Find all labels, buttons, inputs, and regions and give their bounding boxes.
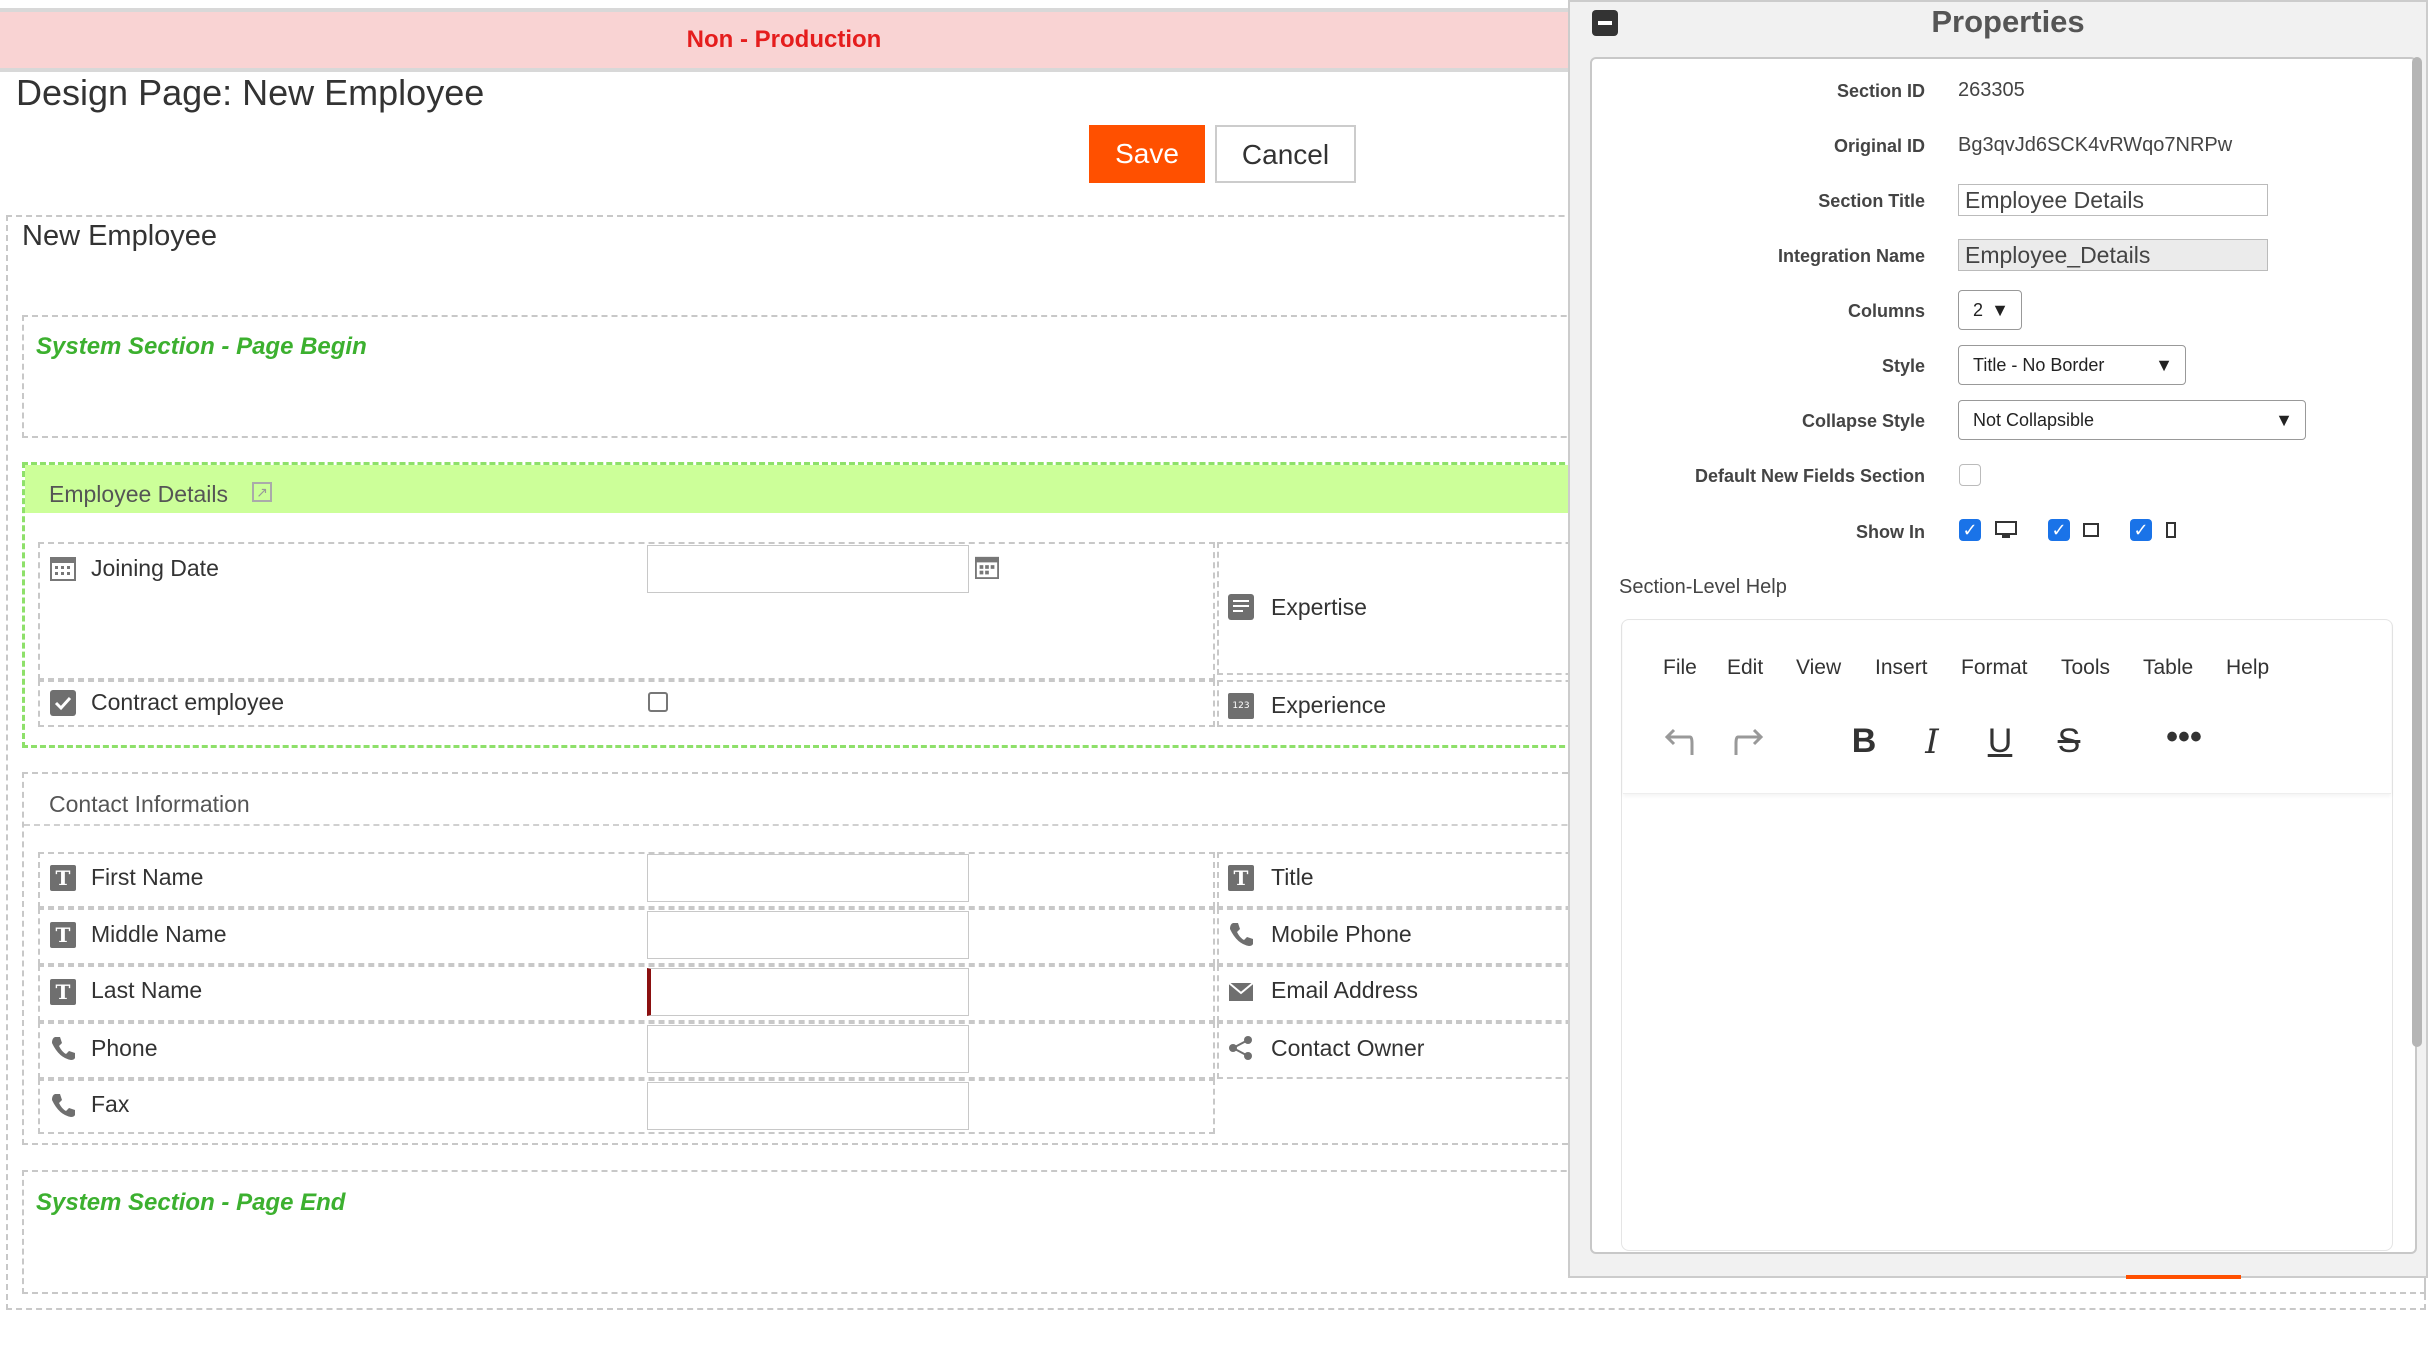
default-new-fields-checkbox[interactable] bbox=[1959, 464, 1981, 486]
field-label-middle-name: Middle Name bbox=[91, 921, 227, 947]
contract-employee-checkbox[interactable] bbox=[648, 692, 668, 712]
redo-icon[interactable] bbox=[1732, 725, 1768, 761]
italic-icon[interactable]: I bbox=[1913, 722, 1951, 762]
cancel-button[interactable]: Cancel bbox=[1215, 125, 1356, 183]
section-title-label: Section Title bbox=[1818, 191, 1925, 211]
editor-menu-table[interactable]: Table bbox=[2143, 656, 2193, 680]
more-options-icon[interactable]: ••• bbox=[2162, 718, 2206, 757]
columns-label: Columns bbox=[1847, 301, 1925, 321]
middle-name-input[interactable] bbox=[647, 911, 969, 959]
hidden-save-button-edge bbox=[2126, 1275, 2241, 1279]
editor-menu-insert[interactable]: Insert bbox=[1875, 656, 1928, 680]
field-label-phone: Phone bbox=[91, 1035, 158, 1061]
properties-scrollbar[interactable] bbox=[2412, 57, 2422, 1047]
field-label-mobile-phone: Mobile Phone bbox=[1271, 921, 1412, 947]
columns-value: 2 bbox=[1973, 300, 1984, 320]
text-icon: T bbox=[50, 979, 76, 1005]
editor-menu-format[interactable]: Format bbox=[1961, 656, 2028, 680]
style-label: Style bbox=[1881, 356, 1925, 376]
checkbox-icon bbox=[50, 690, 76, 716]
field-label-fax: Fax bbox=[91, 1091, 130, 1117]
section-id-label: Section ID bbox=[1836, 81, 1925, 101]
section-title-input[interactable]: Employee Details bbox=[1958, 184, 2268, 216]
underline-icon[interactable]: U bbox=[1981, 722, 2019, 761]
desktop-icon bbox=[1995, 521, 2017, 538]
phone-icon bbox=[52, 1037, 75, 1060]
undo-icon[interactable] bbox=[1660, 725, 1696, 761]
show-in-desktop-checkbox[interactable]: ✓ bbox=[1959, 519, 1981, 541]
field-label-expertise: Expertise bbox=[1271, 594, 1367, 620]
show-in-tablet-checkbox[interactable]: ✓ bbox=[2048, 519, 2070, 541]
collapse-style-value: Not Collapsible bbox=[1973, 410, 2095, 430]
field-label-first-name: First Name bbox=[91, 864, 204, 890]
integration-name-label: Integration Name bbox=[1777, 246, 1925, 266]
field-cell-fax[interactable] bbox=[38, 1079, 1215, 1134]
field-label-email-address: Email Address bbox=[1271, 977, 1419, 1003]
field-label-title: Title bbox=[1271, 864, 1314, 890]
phone-icon bbox=[1230, 923, 1253, 946]
first-name-input[interactable] bbox=[647, 854, 969, 902]
chevron-down-icon: ▼ bbox=[2155, 355, 2173, 375]
last-name-input[interactable] bbox=[647, 968, 969, 1016]
system-section-end-label: System Section - Page End bbox=[36, 1189, 346, 1216]
editor-menu-help[interactable]: Help bbox=[2226, 656, 2269, 680]
text-icon: T bbox=[1228, 865, 1254, 891]
text-area-icon bbox=[1228, 594, 1254, 620]
envelope-icon bbox=[1228, 982, 1254, 1001]
collapse-style-label: Collapse Style bbox=[1801, 411, 1925, 431]
field-cell-last-name[interactable] bbox=[38, 965, 1215, 1022]
employee-details-title: Employee Details bbox=[49, 481, 228, 507]
share-icon bbox=[1229, 1036, 1252, 1060]
field-label-last-name: Last Name bbox=[91, 977, 203, 1003]
date-picker-icon[interactable] bbox=[975, 555, 999, 579]
page-title: Design Page: New Employee bbox=[16, 72, 485, 113]
system-section-begin-label: System Section - Page Begin bbox=[36, 333, 367, 360]
original-id-label: Original ID bbox=[1833, 136, 1925, 156]
field-cell-first-name[interactable] bbox=[38, 852, 1215, 908]
columns-select[interactable]: 2 ▼ bbox=[1958, 290, 2022, 330]
properties-title: Properties bbox=[1931, 4, 2085, 39]
fax-input[interactable] bbox=[647, 1082, 969, 1130]
editor-menu-view[interactable]: View bbox=[1796, 656, 1841, 680]
style-select[interactable]: Title - No Border ▼ bbox=[1958, 345, 2186, 385]
field-label-experience: Experience bbox=[1271, 692, 1387, 718]
save-button[interactable]: Save bbox=[1089, 125, 1205, 183]
calendar-icon bbox=[50, 557, 76, 581]
field-label-contract-employee: Contract employee bbox=[91, 689, 285, 715]
integration-name-input: Employee_Details bbox=[1958, 239, 2268, 271]
field-cell-phone[interactable] bbox=[38, 1022, 1215, 1079]
contact-information-title: Contact Information bbox=[49, 791, 250, 817]
chevron-down-icon: ▼ bbox=[1991, 300, 2009, 320]
section-id-value: 263305 bbox=[1958, 79, 2025, 101]
phone-icon bbox=[52, 1094, 75, 1117]
default-new-fields-label: Default New Fields Section bbox=[1694, 466, 1925, 486]
phone-input[interactable] bbox=[647, 1025, 969, 1073]
style-value: Title - No Border bbox=[1973, 355, 2105, 375]
editor-menu-edit[interactable]: Edit bbox=[1727, 656, 1763, 680]
editor-content-area[interactable] bbox=[1623, 795, 2391, 1249]
chevron-down-icon: ▼ bbox=[2275, 410, 2293, 430]
show-in-label: Show In bbox=[1856, 522, 1925, 542]
bold-icon[interactable]: B bbox=[1845, 722, 1883, 761]
number-icon: 123 bbox=[1228, 693, 1254, 719]
field-label-joining-date: Joining Date bbox=[91, 555, 219, 581]
strikethrough-icon[interactable]: S bbox=[2050, 722, 2088, 761]
collapse-style-select[interactable]: Not Collapsible ▼ bbox=[1958, 400, 2306, 440]
editor-menu-file[interactable]: File bbox=[1663, 656, 1697, 680]
editor-toolbar bbox=[1623, 621, 2391, 794]
field-label-contact-owner: Contact Owner bbox=[1271, 1035, 1425, 1061]
show-in-phone-checkbox[interactable]: ✓ bbox=[2130, 519, 2152, 541]
section-level-help-label: Section-Level Help bbox=[1619, 576, 1787, 598]
editor-menu-tools[interactable]: Tools bbox=[2061, 656, 2110, 680]
tablet-icon bbox=[2083, 523, 2099, 537]
text-icon: T bbox=[50, 922, 76, 948]
environment-banner: Non - Production bbox=[0, 8, 1568, 72]
open-section-icon[interactable]: ↗ bbox=[252, 482, 272, 502]
phone-device-icon bbox=[2166, 522, 2176, 538]
text-icon: T bbox=[50, 865, 76, 891]
joining-date-input[interactable] bbox=[647, 545, 969, 593]
form-title: New Employee bbox=[22, 220, 218, 252]
original-id-value: Bg3qvJd6SCK4vRWqo7NRPw bbox=[1958, 134, 2233, 156]
